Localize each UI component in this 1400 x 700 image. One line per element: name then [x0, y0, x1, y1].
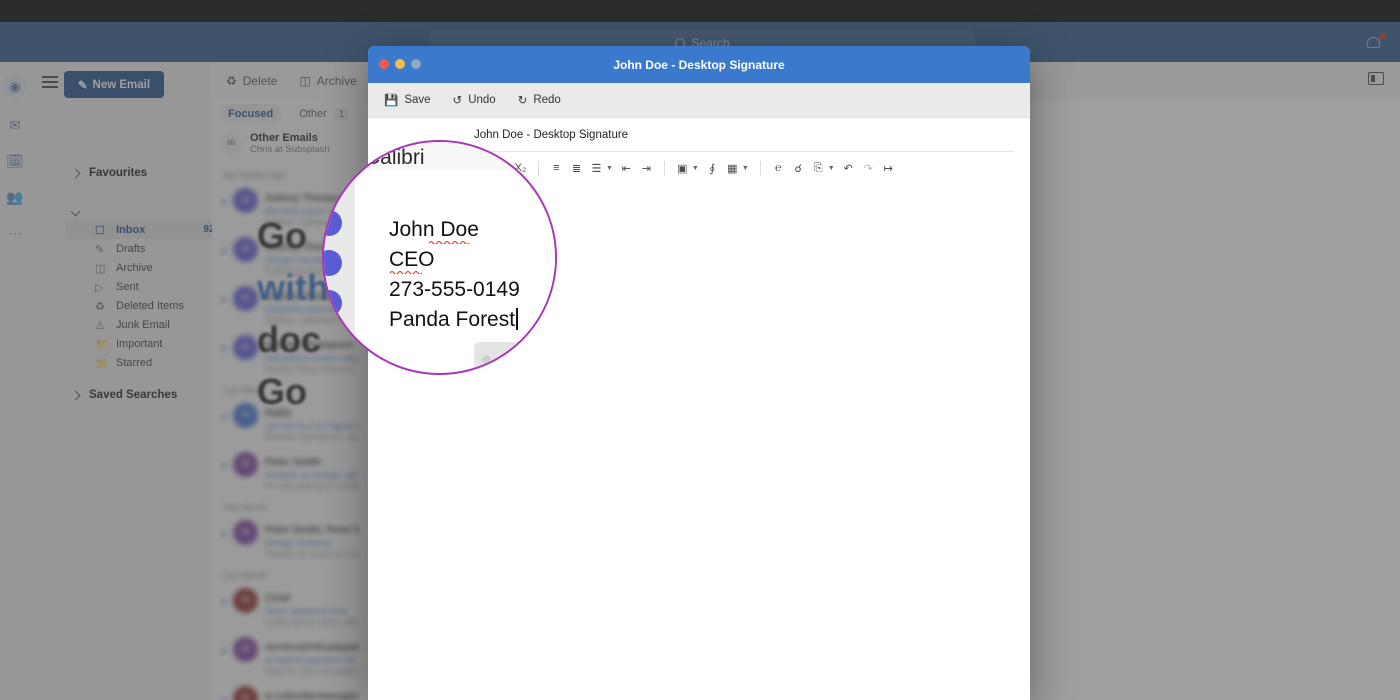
editor-window-title: John Doe - Desktop Signature — [613, 57, 785, 72]
redo-label: Redo — [533, 94, 561, 106]
save-label: Save — [404, 94, 431, 106]
undo-icon[interactable]: ↶ — [840, 160, 857, 177]
decrease-indent-icon[interactable]: ⇤ — [618, 160, 635, 177]
insert-link-icon[interactable]: ∮ — [704, 160, 721, 177]
save-disk-icon: 💾 — [384, 95, 399, 107]
magnifier-content: ails ispl Calibri John Doe CEO 273-555-0… — [324, 142, 555, 373]
chevron-down-icon[interactable]: ▼ — [742, 165, 749, 172]
zoom-icon[interactable] — [411, 59, 421, 69]
more-options-icon[interactable]: ↦ — [880, 160, 897, 177]
magnified-other-emails-title: ails — [325, 148, 337, 155]
close-icon — [482, 355, 491, 364]
align-icon[interactable]: ☰ — [588, 160, 605, 177]
numbered-list-icon[interactable]: ≣ — [568, 160, 585, 177]
signature-body[interactable]: John Doe CEO 273-555-0149 Panda Forest — [389, 215, 520, 335]
font-name-value: Calibri — [365, 146, 425, 169]
chevron-down-icon[interactable]: ▼ — [828, 165, 835, 172]
magnified-other-emails-subtitle: ispl — [325, 158, 335, 164]
editor-titlebar: John Doe - Desktop Signature — [368, 46, 1030, 83]
spellcheck-squiggle-icon — [428, 240, 470, 244]
magnified-window-title: John Doe - Desktop Signature — [540, 140, 557, 147]
close-icon[interactable] — [379, 59, 389, 69]
magnified-signature-sheet: John Doe CEO 273-555-0149 Panda Forest — [355, 170, 555, 345]
signature-name-value: John Doe - Desktop Signature — [474, 128, 629, 141]
magnified-font-selector[interactable]: Calibri — [355, 142, 545, 170]
editor-toolbar: 💾 Save ↺ Undo ↻ Redo — [368, 83, 1030, 118]
divider — [759, 160, 761, 176]
format-painter-icon[interactable]: ☌ — [790, 160, 807, 177]
magnified-dialog-title: Signatures — [526, 352, 556, 364]
chevron-down-icon[interactable]: ▼ — [606, 165, 613, 172]
save-button[interactable]: 💾 Save — [384, 93, 431, 107]
divider — [663, 160, 665, 176]
magnifier-loupe: ails ispl Calibri John Doe CEO 273-555-0… — [322, 140, 557, 375]
window-controls[interactable] — [379, 59, 421, 69]
zoom-icon — [512, 355, 521, 364]
signature-line: CEO — [389, 245, 520, 275]
minimize-icon — [497, 355, 506, 364]
signature-line: 273-555-0149 — [389, 278, 520, 301]
increase-indent-icon[interactable]: ⇥ — [638, 160, 655, 177]
undo-label: Undo — [468, 94, 496, 106]
signature-line: Panda Forest — [389, 305, 520, 335]
spellcheck-squiggle-icon — [389, 270, 423, 274]
undo-arrow-icon: ↺ — [452, 95, 463, 107]
redo-icon[interactable]: ↷ — [860, 160, 877, 177]
undo-button[interactable]: ↺ Undo — [453, 93, 496, 107]
insert-image-icon[interactable]: ▣ — [674, 160, 691, 177]
clear-formatting-icon[interactable]: ℮ — [770, 160, 787, 177]
paste-options-icon[interactable]: ⎘ — [810, 160, 827, 177]
redo-arrow-icon: ↻ — [517, 95, 528, 107]
screen: Search ◉ ✉ 🗓 👥 ⋯ ✎ New Email Favour — [0, 0, 1400, 700]
signature-line: John Doe — [389, 215, 520, 245]
bold-icon: B — [546, 194, 554, 206]
minimize-icon[interactable] — [395, 59, 405, 69]
signature-line-text: Panda Forest — [389, 308, 516, 331]
chevron-down-icon[interactable]: ▼ — [692, 165, 699, 172]
insert-table-icon[interactable]: ▦ — [724, 160, 741, 177]
magnified-signatures-dialog-titlebar: Signatures — [474, 342, 556, 373]
redo-button[interactable]: ↻ Redo — [518, 93, 561, 107]
magnified-message-list: ails ispl — [324, 142, 355, 373]
text-cursor — [516, 308, 518, 330]
